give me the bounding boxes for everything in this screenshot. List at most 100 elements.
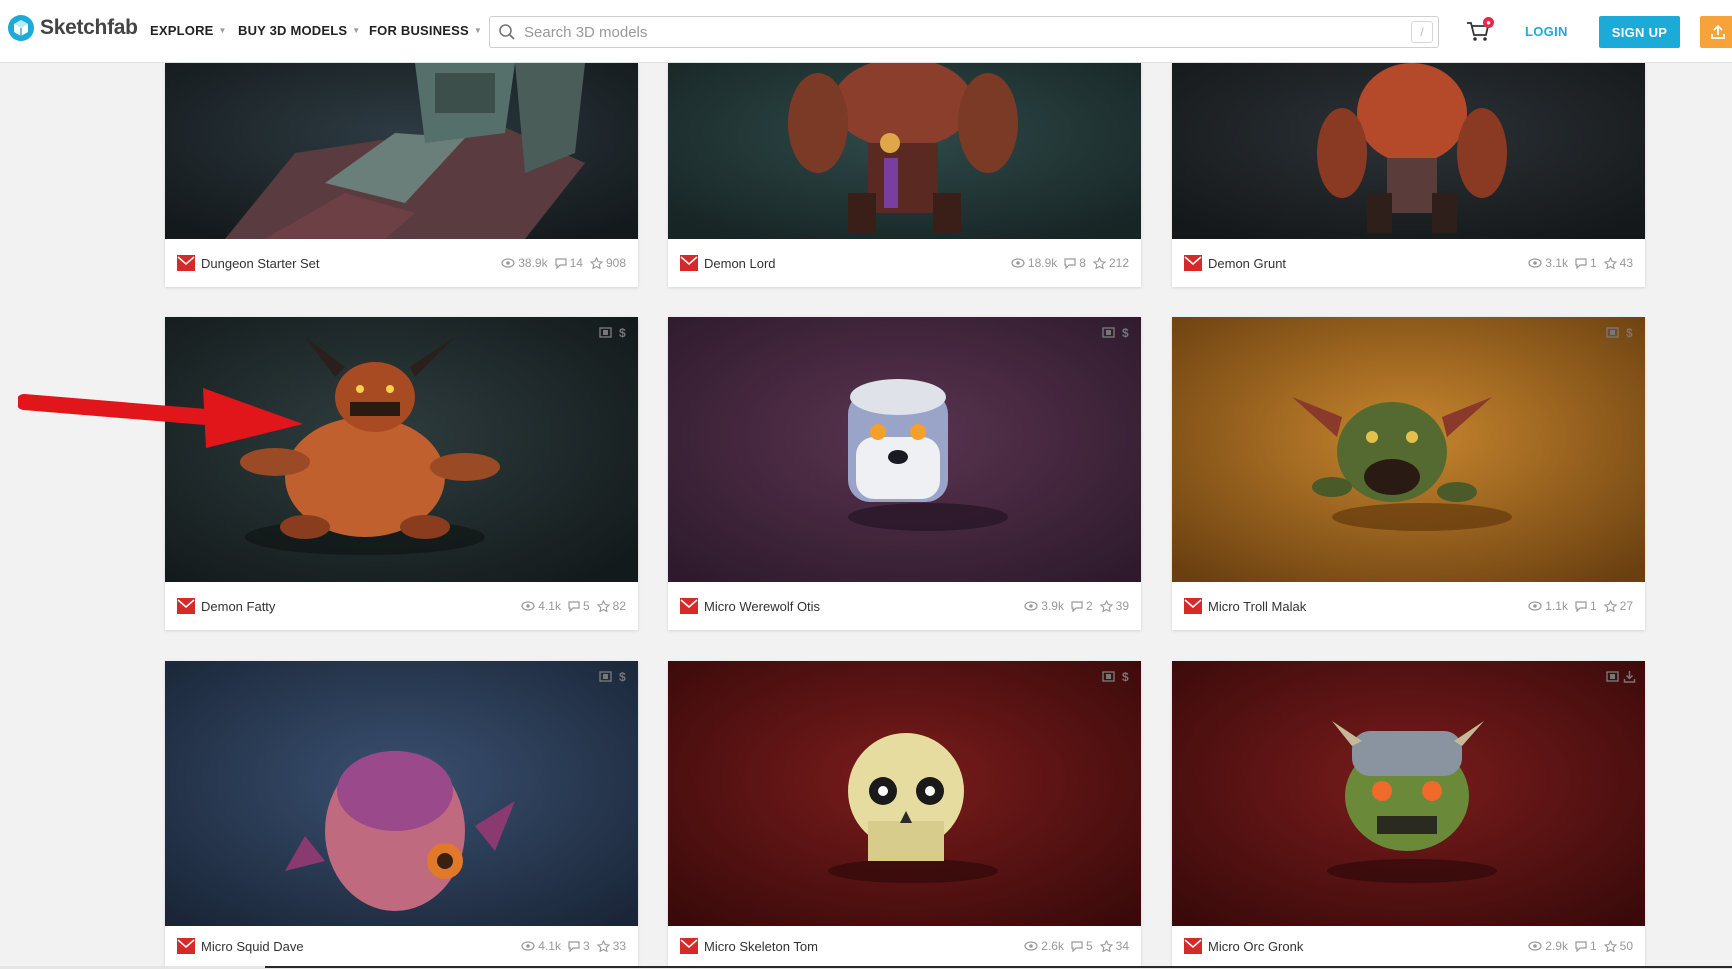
likes-stat: 212 bbox=[1092, 256, 1129, 270]
author-avatar-icon[interactable] bbox=[680, 255, 698, 271]
model-thumbnail[interactable] bbox=[668, 661, 1141, 926]
signup-button[interactable]: SIGN UP bbox=[1599, 16, 1680, 48]
model-stats: 1.1k 1 27 bbox=[1521, 599, 1633, 613]
views-count: 2.9k bbox=[1545, 939, 1568, 953]
chevron-down-icon: ▼ bbox=[218, 26, 227, 35]
likes-stat: 908 bbox=[589, 256, 626, 270]
views-stat: 2.9k bbox=[1528, 939, 1568, 953]
star-icon bbox=[596, 600, 610, 612]
model-thumbnail[interactable] bbox=[165, 661, 638, 926]
nav-buy-3d-models[interactable]: BUY 3D MODELS ▼ bbox=[238, 23, 360, 38]
views-stat: 4.1k bbox=[521, 939, 561, 953]
model-card-footer: Demon Lord 18.9k 8 212 bbox=[668, 239, 1141, 287]
search-bar[interactable]: / bbox=[489, 16, 1439, 48]
eye-icon bbox=[521, 601, 535, 611]
model-badges: $ bbox=[599, 326, 629, 339]
model-title[interactable]: Micro Werewolf Otis bbox=[704, 599, 820, 614]
svg-text:$: $ bbox=[619, 326, 626, 339]
views-stat: 3.9k bbox=[1024, 599, 1064, 613]
cart-button[interactable]: ● bbox=[1466, 17, 1494, 45]
comments-stat: 1 bbox=[1575, 256, 1597, 270]
model-card[interactable]: Demon Grunt 3.1k 1 43 bbox=[1172, 63, 1645, 287]
views-count: 4.1k bbox=[538, 939, 561, 953]
author-avatar-icon[interactable] bbox=[177, 938, 195, 954]
svg-text:$: $ bbox=[1122, 670, 1129, 683]
likes-stat: 82 bbox=[596, 599, 626, 613]
star-icon bbox=[1603, 600, 1617, 612]
model-card[interactable]: Dungeon Starter Set 38.9k 14 908 bbox=[165, 63, 638, 287]
horizontal-scrollbar-thumb[interactable] bbox=[265, 966, 1732, 968]
svg-text:$: $ bbox=[1122, 326, 1129, 339]
star-icon bbox=[1099, 600, 1113, 612]
model-card-footer: Dungeon Starter Set 38.9k 14 908 bbox=[165, 239, 638, 287]
likes-stat: 33 bbox=[596, 939, 626, 953]
comments-stat: 2 bbox=[1071, 599, 1093, 613]
comments-count: 1 bbox=[1589, 939, 1597, 953]
model-card[interactable]: $ Micro Squid Dave 4.1k 3 33 bbox=[165, 661, 638, 966]
model-card[interactable]: Demon Lord 18.9k 8 212 bbox=[668, 63, 1141, 287]
upload-icon bbox=[1711, 24, 1725, 39]
nav-for-business[interactable]: FOR BUSINESS ▼ bbox=[369, 23, 482, 38]
model-stats: 4.1k 3 33 bbox=[514, 939, 626, 953]
model-card-footer: Micro Werewolf Otis 3.9k 2 39 bbox=[668, 582, 1141, 630]
model-thumbnail[interactable] bbox=[1172, 63, 1645, 239]
model-title[interactable]: Micro Skeleton Tom bbox=[704, 939, 818, 954]
model-title[interactable]: Micro Orc Gronk bbox=[1208, 939, 1303, 954]
model-thumbnail[interactable] bbox=[668, 317, 1141, 582]
model-thumbnail[interactable] bbox=[668, 63, 1141, 239]
author-avatar-icon[interactable] bbox=[1184, 938, 1202, 954]
comments-stat: 14 bbox=[555, 256, 583, 270]
author-avatar-icon[interactable] bbox=[177, 255, 195, 271]
views-count: 2.6k bbox=[1041, 939, 1064, 953]
author-avatar-icon[interactable] bbox=[1184, 598, 1202, 614]
price-icon: $ bbox=[1122, 670, 1129, 683]
model-card[interactable]: Micro Orc Gronk 2.9k 1 50 bbox=[1172, 661, 1645, 966]
model-card[interactable]: $ Micro Skeleton Tom 2.6k 5 34 bbox=[668, 661, 1141, 966]
sketchfab-logo[interactable]: Sketchfab bbox=[8, 15, 138, 41]
comments-count: 5 bbox=[582, 599, 590, 613]
author-avatar-icon[interactable] bbox=[680, 938, 698, 954]
comment-icon bbox=[555, 257, 567, 269]
comment-icon bbox=[1575, 600, 1587, 612]
model-card[interactable]: $ Micro Troll Malak 1.1k 1 27 bbox=[1172, 317, 1645, 630]
upload-button[interactable] bbox=[1700, 16, 1732, 48]
comments-stat: 3 bbox=[568, 939, 590, 953]
model-title[interactable]: Micro Troll Malak bbox=[1208, 599, 1306, 614]
eye-icon bbox=[521, 941, 535, 951]
price-icon: $ bbox=[619, 326, 626, 339]
author-avatar-icon[interactable] bbox=[1184, 255, 1202, 271]
model-badges: $ bbox=[1102, 326, 1132, 339]
film-icon bbox=[599, 327, 612, 338]
likes-count: 50 bbox=[1619, 939, 1633, 953]
comments-count: 2 bbox=[1085, 599, 1093, 613]
model-card[interactable]: $ Demon Fatty 4.1k 5 82 bbox=[165, 317, 638, 630]
model-title[interactable]: Demon Fatty bbox=[201, 599, 275, 614]
model-title[interactable]: Demon Grunt bbox=[1208, 256, 1286, 271]
model-card[interactable]: $ Micro Werewolf Otis 3.9k 2 39 bbox=[668, 317, 1141, 630]
comment-icon bbox=[1071, 600, 1083, 612]
model-thumbnail[interactable] bbox=[1172, 661, 1645, 926]
login-link[interactable]: LOGIN bbox=[1525, 24, 1568, 39]
likes-count: 82 bbox=[612, 599, 626, 613]
model-badges: $ bbox=[1102, 670, 1132, 683]
nav-explore[interactable]: EXPLORE ▼ bbox=[150, 23, 227, 38]
model-badges: $ bbox=[1606, 326, 1636, 339]
download-icon bbox=[1623, 671, 1636, 683]
search-input[interactable] bbox=[524, 23, 1411, 41]
views-count: 3.9k bbox=[1041, 599, 1064, 613]
likes-stat: 50 bbox=[1603, 939, 1633, 953]
model-thumbnail[interactable] bbox=[165, 63, 638, 239]
model-title[interactable]: Demon Lord bbox=[704, 256, 776, 271]
views-count: 18.9k bbox=[1027, 256, 1058, 270]
comments-count: 5 bbox=[1085, 939, 1093, 953]
comment-icon bbox=[1575, 940, 1587, 952]
author-avatar-icon[interactable] bbox=[177, 598, 195, 614]
cart-count-badge: ● bbox=[1483, 17, 1494, 28]
model-title[interactable]: Micro Squid Dave bbox=[201, 939, 304, 954]
model-thumbnail[interactable] bbox=[1172, 317, 1645, 582]
model-title[interactable]: Dungeon Starter Set bbox=[201, 256, 320, 271]
author-avatar-icon[interactable] bbox=[680, 598, 698, 614]
nav-business-label: FOR BUSINESS bbox=[369, 23, 469, 38]
chevron-down-icon: ▼ bbox=[352, 26, 361, 35]
brand-name: Sketchfab bbox=[40, 16, 138, 39]
